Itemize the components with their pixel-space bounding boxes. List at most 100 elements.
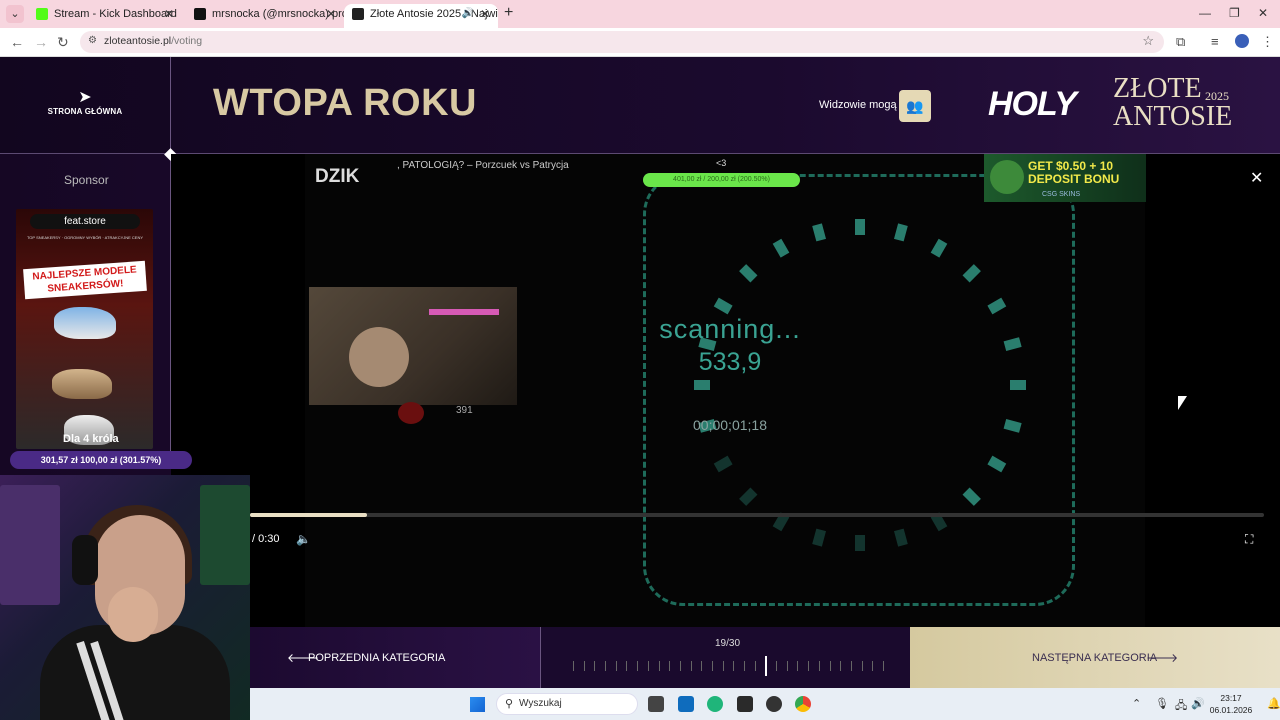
windows-start-icon[interactable]: [470, 697, 485, 712]
clock[interactable]: 23:17 06.01.2026: [1208, 692, 1254, 716]
scanner-tick: [930, 238, 948, 258]
category-tick[interactable]: [733, 661, 734, 671]
minimize-icon[interactable]: —: [1199, 6, 1211, 20]
back-icon[interactable]: ←: [10, 34, 24, 50]
profile-avatar[interactable]: [1235, 34, 1249, 48]
category-tick[interactable]: [626, 661, 627, 671]
category-tick[interactable]: [862, 661, 863, 671]
category-tick[interactable]: [744, 661, 745, 671]
taskbar-search[interactable]: ⚲ Wyszukaj: [496, 693, 638, 715]
category-tick[interactable]: [808, 661, 809, 671]
site-info-icon[interactable]: ⚙: [88, 35, 97, 46]
category-tick[interactable]: [659, 661, 660, 671]
category-tick[interactable]: [680, 661, 681, 671]
close-window-icon[interactable]: ✕: [1258, 6, 1268, 20]
new-tab-button[interactable]: +: [504, 4, 513, 22]
media-control-icon[interactable]: ≡: [1211, 34, 1219, 49]
video-progress-bar[interactable]: [250, 513, 1264, 517]
category-tick[interactable]: [787, 661, 788, 671]
category-tick[interactable]: [755, 661, 756, 671]
chrome-icon[interactable]: [795, 696, 811, 712]
arrow-left-icon: ➤: [78, 89, 92, 106]
heart-label: <3: [716, 158, 727, 168]
category-progress: 19/30: [540, 627, 910, 688]
scanner-tick: [1003, 418, 1022, 433]
extensions-icon[interactable]: ⧉: [1176, 34, 1185, 50]
bookmark-star-icon[interactable]: ☆: [1142, 33, 1154, 49]
category-tick[interactable]: [616, 661, 617, 671]
volume-icon[interactable]: 🔈: [296, 532, 311, 546]
video-player[interactable]: DZIK , PATOLOGIĄ? – Porzcuek vs Patrycja…: [171, 154, 1280, 627]
category-counter: 19/30: [715, 638, 741, 649]
menu-icon[interactable]: ⋮: [1261, 34, 1274, 50]
forward-icon[interactable]: →: [34, 34, 48, 50]
edge-icon[interactable]: [707, 696, 723, 712]
app-icon[interactable]: [737, 696, 753, 712]
prev-category-button[interactable]: 🡐 POPRZEDNIA KATEGORIA: [250, 627, 540, 688]
category-tick[interactable]: [840, 661, 841, 671]
category-tick[interactable]: [669, 661, 670, 671]
tab-mrsnocka[interactable]: mrsnocka (@mrsnocka) prowad ✕: [186, 4, 344, 28]
reload-icon[interactable]: ↻: [57, 34, 69, 51]
category-tick[interactable]: [872, 661, 873, 671]
address-bar[interactable]: ⚙ zloteantosie.pl/voting ☆: [80, 31, 1164, 53]
category-tick[interactable]: [691, 661, 692, 671]
close-tab-icon[interactable]: ✕: [480, 4, 490, 24]
sneaker-image: [52, 369, 112, 399]
task-view-icon[interactable]: [648, 696, 664, 712]
category-tick[interactable]: [797, 661, 798, 671]
viewers-label: Widzowie mogą: [819, 99, 897, 111]
category-tick[interactable]: [819, 661, 820, 671]
promo-text: GET $0.50 + 10 DEPOSIT BONU: [1028, 159, 1120, 186]
home-link[interactable]: ➤ STRONA GŁÓWNA: [40, 89, 130, 116]
category-ticks[interactable]: [573, 656, 884, 676]
audio-playing-icon[interactable]: 🔊: [462, 4, 474, 24]
network-icon[interactable]: 🖧: [1175, 697, 1187, 716]
category-tick[interactable]: [637, 661, 638, 671]
tab-search-icon[interactable]: ⌄: [6, 5, 24, 23]
category-tick-current[interactable]: [765, 656, 767, 676]
scanner-tick: [812, 223, 827, 242]
scanner-tick: [855, 219, 865, 235]
category-tick[interactable]: [605, 661, 606, 671]
close-tab-icon[interactable]: ✕: [164, 4, 174, 24]
scanner-tick: [739, 264, 758, 283]
category-tick[interactable]: [712, 661, 713, 671]
video-time: / 0:30: [252, 533, 280, 545]
category-tick[interactable]: [883, 661, 884, 671]
category-tick[interactable]: [776, 661, 777, 671]
category-tick[interactable]: [594, 661, 595, 671]
ad-headline: NAJLEPSZE MODELE SNEAKERSÓW!: [23, 260, 147, 300]
scanner-tick: [812, 528, 827, 547]
next-category-button[interactable]: NASTĘPNA KATEGORIA 🡒: [910, 627, 1280, 688]
outlook-icon[interactable]: [678, 696, 694, 712]
category-tick[interactable]: [701, 661, 702, 671]
viewers-users-icon[interactable]: 👥: [899, 90, 931, 122]
microphone-icon[interactable]: 🎙: [1155, 697, 1169, 710]
category-tick[interactable]: [723, 661, 724, 671]
category-tick[interactable]: [648, 661, 649, 671]
category-title: WTOPA ROKU: [213, 82, 477, 124]
tray-chevron-icon[interactable]: ⌃: [1132, 697, 1141, 710]
dzik-logo: DZIK: [315, 166, 360, 187]
close-tab-icon[interactable]: ✕: [326, 4, 336, 24]
tab-title: Złote Antosie 2025 - Najwię: [370, 8, 498, 20]
category-tick[interactable]: [851, 661, 852, 671]
close-video-icon[interactable]: ✕: [1250, 168, 1263, 188]
obs-icon[interactable]: [766, 696, 782, 712]
category-tick[interactable]: [584, 661, 585, 671]
tab-kick-dashboard[interactable]: Stream - Kick Dashboard ✕: [28, 4, 182, 28]
tab-title: Stream - Kick Dashboard: [54, 8, 177, 20]
notification-icon[interactable]: 🔔: [1267, 697, 1280, 710]
home-link-label: STRONA GŁÓWNA: [47, 107, 123, 116]
fullscreen-icon[interactable]: ⛶: [1245, 532, 1253, 547]
category-tick[interactable]: [573, 661, 574, 671]
tab-zlote-antosie[interactable]: Złote Antosie 2025 - Najwię 🔊 ✕: [344, 4, 498, 28]
sponsor-ad[interactable]: feat.store TOP SNEAKERSY · OGROMNY WYBÓR…: [16, 209, 153, 449]
restore-icon[interactable]: ❐: [1229, 6, 1240, 20]
category-tick[interactable]: [830, 661, 831, 671]
search-icon: ⚲: [505, 698, 514, 710]
holy-logo: HOLY: [988, 85, 1077, 123]
donation-goal-bar: 401,00 zł / 200,00 zł (200.50%): [643, 173, 800, 187]
speaker-icon[interactable]: 🔊: [1191, 697, 1205, 710]
